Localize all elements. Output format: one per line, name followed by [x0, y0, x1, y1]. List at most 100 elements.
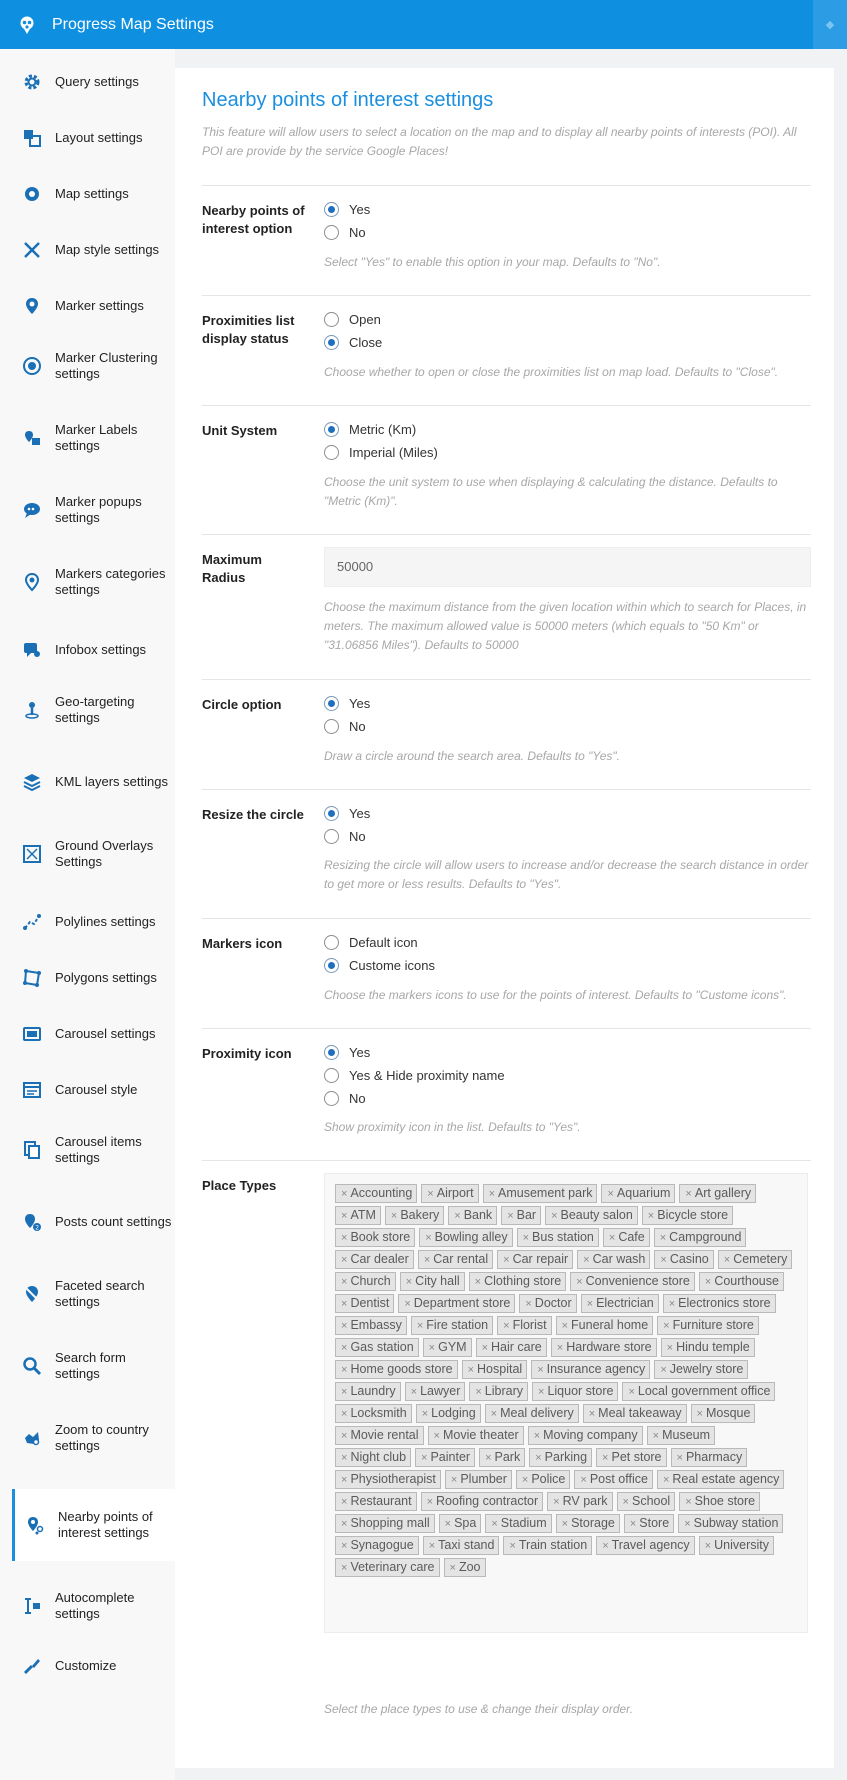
remove-tag-icon[interactable]: × — [341, 1232, 347, 1244]
place-type-tag[interactable]: × Book store — [335, 1228, 416, 1247]
place-type-tag[interactable]: × Gas station — [335, 1338, 419, 1357]
place-type-tag[interactable]: × Department store — [398, 1294, 516, 1313]
place-type-tag[interactable]: × Night club — [335, 1448, 412, 1467]
place-type-tag[interactable]: × Bakery — [384, 1206, 445, 1225]
radio-resize-no[interactable]: No — [324, 827, 366, 845]
collapse-toggle-button[interactable]: ◆ — [813, 0, 847, 49]
remove-tag-icon[interactable]: × — [705, 1540, 711, 1552]
remove-tag-icon[interactable]: × — [429, 1342, 435, 1354]
place-type-tag[interactable]: × Courthouse — [698, 1272, 784, 1291]
remove-tag-icon[interactable]: × — [677, 1452, 683, 1464]
remove-tag-icon[interactable]: × — [660, 1254, 666, 1266]
place-type-tag[interactable]: × Travel agency — [596, 1536, 695, 1555]
sidebar-item-marker-settings[interactable]: Marker settings — [12, 290, 175, 322]
place-type-tag[interactable]: × Park — [479, 1448, 526, 1467]
place-type-tag[interactable]: × Dentist — [335, 1294, 395, 1313]
remove-tag-icon[interactable]: × — [491, 1408, 497, 1420]
place-type-tag[interactable]: × Train station — [503, 1536, 593, 1555]
place-type-tag[interactable]: × RV park — [547, 1492, 613, 1511]
remove-tag-icon[interactable]: × — [628, 1386, 634, 1398]
place-type-tag[interactable]: × Stadium — [485, 1514, 552, 1533]
remove-tag-icon[interactable]: × — [602, 1540, 608, 1552]
place-type-tag[interactable]: × Spa — [438, 1514, 482, 1533]
place-type-tag[interactable]: × Insurance agency — [531, 1360, 651, 1379]
place-type-tag[interactable]: × Locksmith — [335, 1404, 412, 1423]
place-types-select[interactable]: × Accounting × Airport × Amusement park × Aquar… — [324, 1173, 808, 1633]
remove-tag-icon[interactable]: × — [341, 1254, 347, 1266]
remove-tag-icon[interactable]: × — [427, 1188, 433, 1200]
radio-resize-yes[interactable]: Yes — [324, 804, 370, 822]
place-type-tag[interactable]: × Cemetery — [717, 1250, 793, 1269]
remove-tag-icon[interactable]: × — [705, 1276, 711, 1288]
radio-unit-metric[interactable]: Metric (Km) — [324, 420, 416, 438]
remove-tag-icon[interactable]: × — [630, 1518, 636, 1530]
remove-tag-icon[interactable]: × — [341, 1430, 347, 1442]
place-type-tag[interactable]: × Electrician — [580, 1294, 659, 1313]
place-type-tag[interactable]: × Lawyer — [404, 1382, 466, 1401]
remove-tag-icon[interactable]: × — [341, 1452, 347, 1464]
place-type-tag[interactable]: × Funeral home — [555, 1316, 654, 1335]
remove-tag-icon[interactable]: × — [562, 1320, 568, 1332]
remove-tag-icon[interactable]: × — [523, 1232, 529, 1244]
sidebar-item-markers-categories-settings[interactable]: Markers categories settings — [12, 562, 175, 602]
sidebar-item-marker-popups-settings[interactable]: Marker popups settings — [12, 490, 175, 530]
place-type-tag[interactable]: × Fire station — [410, 1316, 494, 1335]
sidebar-item-faceted-search-settings[interactable]: Faceted search settings — [12, 1274, 175, 1314]
remove-tag-icon[interactable]: × — [537, 1364, 543, 1376]
place-type-tag[interactable]: × Shopping mall — [335, 1514, 435, 1533]
place-type-tag[interactable]: × Pharmacy — [670, 1448, 748, 1467]
remove-tag-icon[interactable]: × — [424, 1254, 430, 1266]
place-type-tag[interactable]: × Laundry — [335, 1382, 401, 1401]
remove-tag-icon[interactable]: × — [434, 1430, 440, 1442]
remove-tag-icon[interactable]: × — [587, 1298, 593, 1310]
remove-tag-icon[interactable]: × — [475, 1276, 481, 1288]
place-type-tag[interactable]: × Aquarium — [601, 1184, 676, 1203]
place-type-tag[interactable]: × Storage — [555, 1514, 620, 1533]
place-type-tag[interactable]: × Bar — [501, 1206, 542, 1225]
remove-tag-icon[interactable]: × — [341, 1518, 347, 1530]
place-type-tag[interactable]: × Hospital — [461, 1360, 528, 1379]
remove-tag-icon[interactable]: × — [609, 1232, 615, 1244]
remove-tag-icon[interactable]: × — [341, 1320, 347, 1332]
remove-tag-icon[interactable]: × — [557, 1342, 563, 1354]
remove-tag-icon[interactable]: × — [341, 1562, 347, 1574]
place-type-tag[interactable]: × School — [616, 1492, 676, 1511]
remove-tag-icon[interactable]: × — [669, 1298, 675, 1310]
place-type-tag[interactable]: × Amusement park — [482, 1184, 598, 1203]
remove-tag-icon[interactable]: × — [391, 1210, 397, 1222]
place-type-tag[interactable]: × Subway station — [678, 1514, 784, 1533]
remove-tag-icon[interactable]: × — [667, 1342, 673, 1354]
radio-proximity-yes-hide[interactable]: Yes & Hide proximity name — [324, 1066, 505, 1084]
remove-tag-icon[interactable]: × — [507, 1210, 513, 1222]
place-type-tag[interactable]: × Synagogue — [335, 1536, 419, 1555]
remove-tag-icon[interactable]: × — [724, 1254, 730, 1266]
place-type-tag[interactable]: × Bicycle store — [641, 1206, 734, 1225]
place-type-tag[interactable]: × Clothing store — [468, 1272, 567, 1291]
sidebar-item-customize[interactable]: Customize — [12, 1650, 175, 1682]
place-type-tag[interactable]: × Shoe store — [679, 1492, 761, 1511]
sidebar-item-nearby-points-of-interest-settings[interactable]: Nearby points of interest settings — [12, 1489, 175, 1561]
place-type-tag[interactable]: × Bank — [448, 1206, 498, 1225]
remove-tag-icon[interactable]: × — [411, 1386, 417, 1398]
place-type-tag[interactable]: × Roofing contractor — [420, 1492, 544, 1511]
place-type-tag[interactable]: × Real estate agency — [656, 1470, 785, 1489]
remove-tag-icon[interactable]: × — [341, 1276, 347, 1288]
place-type-tag[interactable]: × Beauty salon — [545, 1206, 638, 1225]
sidebar-item-carousel-style[interactable]: Carousel style — [12, 1074, 175, 1106]
place-type-tag[interactable]: × Liquor store — [532, 1382, 619, 1401]
remove-tag-icon[interactable]: × — [660, 1232, 666, 1244]
place-type-tag[interactable]: × Meal delivery — [484, 1404, 579, 1423]
sidebar-item-search-form-settings[interactable]: Search form settings — [12, 1346, 175, 1386]
place-type-tag[interactable]: × Embassy — [335, 1316, 407, 1335]
remove-tag-icon[interactable]: × — [663, 1474, 669, 1486]
place-type-tag[interactable]: × Casino — [654, 1250, 714, 1269]
place-type-tag[interactable]: × GYM — [422, 1338, 472, 1357]
sidebar-item-infobox-settings[interactable]: Infobox settings — [12, 634, 175, 666]
remove-tag-icon[interactable]: × — [602, 1452, 608, 1464]
remove-tag-icon[interactable]: × — [491, 1518, 497, 1530]
place-type-tag[interactable]: × Car repair — [497, 1250, 574, 1269]
place-type-tag[interactable]: × Painter — [415, 1448, 476, 1467]
place-type-tag[interactable]: × Car rental — [417, 1250, 494, 1269]
remove-tag-icon[interactable]: × — [475, 1386, 481, 1398]
remove-tag-icon[interactable]: × — [685, 1496, 691, 1508]
